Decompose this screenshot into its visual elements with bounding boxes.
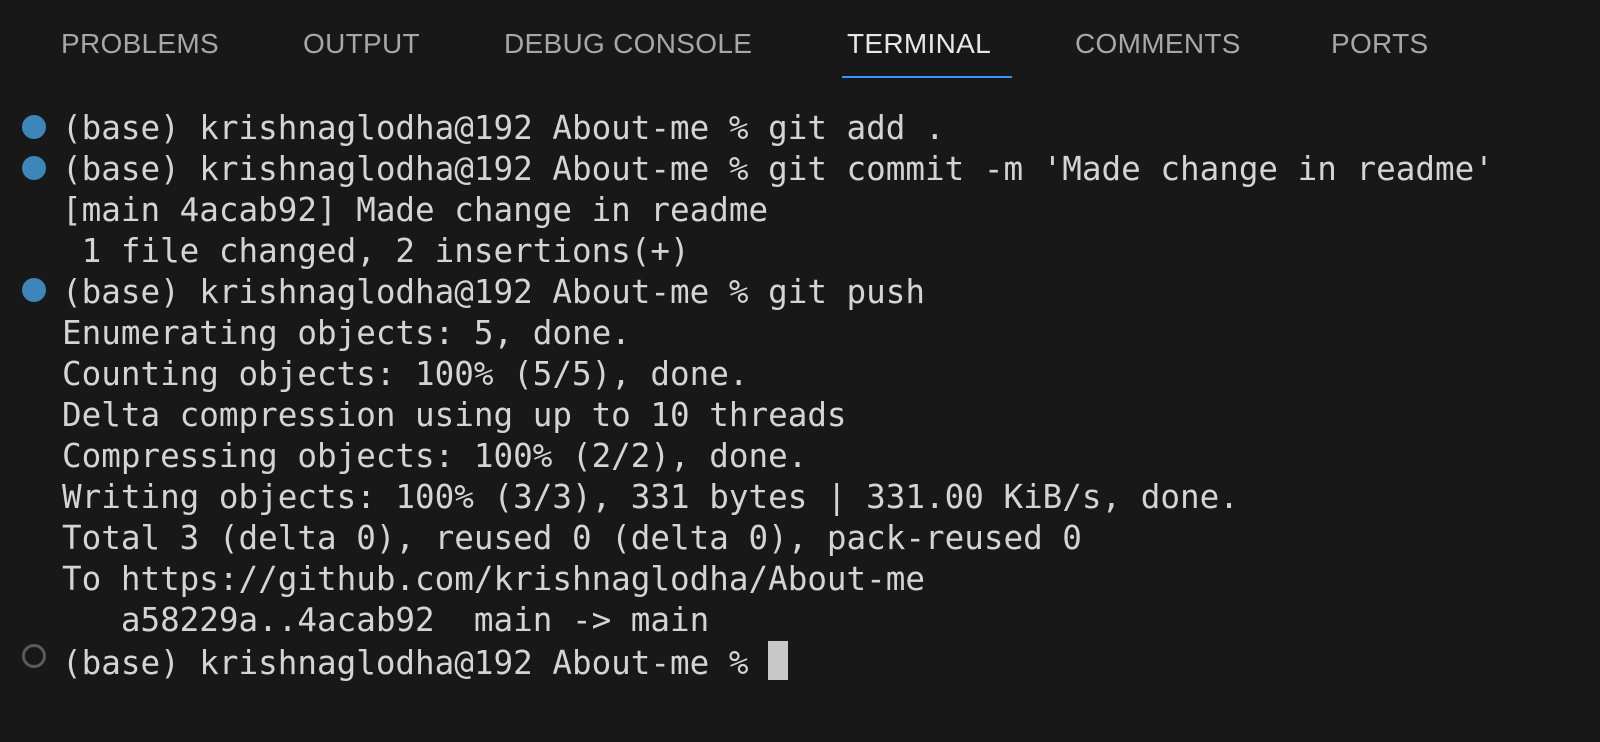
terminal-line: Counting objects: 100% (5/5), done. xyxy=(62,355,749,393)
command-success-decoration[interactable] xyxy=(22,156,46,180)
terminal-line: [main 4acab92] Made change in readme xyxy=(62,191,769,229)
terminal-line: Compressing objects: 100% (2/2), done. xyxy=(62,437,808,475)
terminal-line: a58229a..4acab92 main -> main xyxy=(62,601,710,639)
tab-terminal[interactable]: TERMINAL xyxy=(847,28,991,80)
command-success-decoration[interactable] xyxy=(22,115,46,139)
terminal-line: (base) krishnaglodha@192 About-me % git … xyxy=(62,109,945,147)
terminal-line: (base) krishnaglodha@192 About-me % git … xyxy=(62,273,926,311)
terminal-line: 1 file changed, 2 insertions(+) xyxy=(62,232,690,270)
terminal-line: Writing objects: 100% (3/3), 331 bytes |… xyxy=(62,478,1239,516)
tab-output[interactable]: OUTPUT xyxy=(303,28,420,80)
terminal-panel: PROBLEMS OUTPUT DEBUG CONSOLE TERMINAL C… xyxy=(0,0,1600,742)
terminal-cursor xyxy=(768,641,789,680)
terminal-line: Delta compression using up to 10 threads xyxy=(62,396,847,434)
command-pending-decoration[interactable] xyxy=(22,644,46,668)
terminal-line: Enumerating objects: 5, done. xyxy=(62,314,631,352)
terminal-prompt: (base) krishnaglodha@192 About-me % xyxy=(62,644,769,682)
panel-tab-bar: PROBLEMS OUTPUT DEBUG CONSOLE TERMINAL C… xyxy=(0,0,1600,82)
terminal-output[interactable]: (base) krishnaglodha@192 About-me % git … xyxy=(0,108,1600,728)
tab-problems[interactable]: PROBLEMS xyxy=(61,28,219,80)
terminal-line: To https://github.com/krishnaglodha/Abou… xyxy=(62,560,926,598)
active-tab-indicator xyxy=(842,76,1012,78)
terminal-line: (base) krishnaglodha@192 About-me % git … xyxy=(62,150,1494,188)
tab-debug-console[interactable]: DEBUG CONSOLE xyxy=(504,28,752,80)
tab-ports[interactable]: PORTS xyxy=(1331,28,1428,80)
tab-comments[interactable]: COMMENTS xyxy=(1075,28,1241,80)
terminal-line: Total 3 (delta 0), reused 0 (delta 0), p… xyxy=(62,519,1082,557)
command-success-decoration[interactable] xyxy=(22,278,46,302)
terminal-prompt-line[interactable]: (base) krishnaglodha@192 About-me % xyxy=(62,641,789,682)
